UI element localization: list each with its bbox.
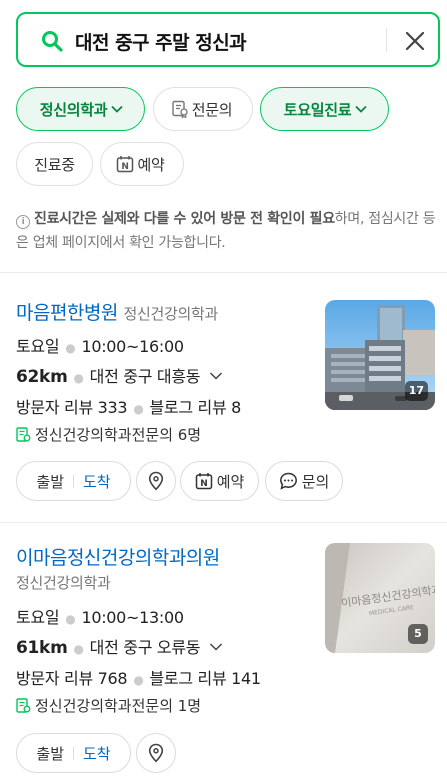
certificate-icon (16, 426, 31, 442)
address: 대전 중구 대흥동 (89, 367, 201, 386)
close-icon[interactable] (402, 28, 428, 54)
reserve-label: 예약 (216, 472, 245, 491)
hours-day: 토요일 (16, 608, 60, 627)
business-hours: 토요일 ● 10:00~16:00 (16, 337, 184, 356)
certificate-icon (16, 697, 31, 713)
specialist-count: 정신건강의학과전문의 1명 (35, 697, 202, 715)
hours-notice: i 진료시간은 실제와 다를 수 있어 방문 전 확인이 필요하며, 점심시간 등… (16, 207, 436, 255)
filter-chip-saturday[interactable]: 토요일진료 (260, 87, 389, 131)
place-category: 정신건강의학과 (123, 305, 218, 323)
hours-time: 10:00~13:00 (81, 608, 184, 627)
review-counts: 방문자 리뷰 768 ● 블로그 리뷰 141 (16, 669, 261, 688)
inquiry-button[interactable]: 문의 (265, 461, 343, 501)
result-title-row: 마음편한병원 정신건강의학과 (16, 298, 218, 325)
specialist-count: 정신건강의학과전문의 6명 (35, 426, 202, 444)
location-row[interactable]: 61km ● 대전 중구 오류동 (16, 634, 223, 658)
search-query[interactable]: 대전 중구 주말 정신과 (75, 28, 247, 55)
business-hours: 토요일 ● 10:00~13:00 (16, 608, 184, 627)
place-photo[interactable]: 이마음정신건강의학과 MEDICAL CARE 5 (325, 543, 435, 653)
distance: 61km (16, 638, 68, 658)
place-name-link[interactable]: 마음편한병원 (16, 302, 118, 324)
reserve-button[interactable]: N 예약 (180, 461, 259, 501)
filter-chip-psychiatry[interactable]: 정신의학과 (16, 87, 145, 131)
hours-time: 10:00~16:00 (81, 337, 184, 356)
chevron-down-icon (355, 105, 367, 113)
address: 대전 중구 오류동 (89, 638, 201, 657)
filter-chip-reservation[interactable]: N 예약 (100, 142, 184, 186)
naver-calendar-icon: N (195, 473, 212, 490)
filter-chip-label: 정신의학과 (39, 100, 108, 119)
blog-review-count[interactable]: 블로그 리뷰 8 (149, 398, 241, 417)
map-pin-icon (148, 471, 164, 491)
map-pin-icon (148, 743, 164, 763)
svg-text:N: N (200, 479, 208, 489)
arrive-button[interactable]: 도착 (83, 471, 111, 492)
inquiry-label: 문의 (301, 472, 330, 491)
chat-bubble-icon (279, 472, 297, 490)
filter-chip-open-now[interactable]: 진료중 (16, 142, 93, 186)
place-photo[interactable]: 17 (325, 300, 435, 410)
filter-chip-label: 예약 (137, 155, 165, 174)
specialist-info: 정신건강의학과전문의 6명 (16, 424, 201, 445)
depart-button[interactable]: 출발 (36, 471, 64, 492)
chevron-down-icon (209, 372, 222, 380)
photo-count-badge: 5 (408, 624, 428, 644)
distance: 62km (16, 367, 68, 387)
info-icon: i (16, 215, 30, 229)
location-row[interactable]: 62km ● 대전 중구 대흥동 (16, 363, 223, 387)
certificate-icon (172, 100, 188, 118)
arrive-button[interactable]: 도착 (83, 743, 111, 764)
blog-review-count[interactable]: 블로그 리뷰 141 (149, 669, 261, 688)
naver-calendar-icon: N (117, 156, 134, 173)
chevron-down-icon (111, 105, 123, 113)
photo-count-badge: 17 (404, 381, 428, 401)
filter-chip-label: 토요일진료 (283, 100, 352, 119)
filter-chip-label: 전문의 (191, 100, 233, 119)
specialist-info: 정신건강의학과전문의 1명 (16, 695, 201, 716)
search-divider (386, 28, 387, 52)
result-card: 이마음정신건강의학과의원 정신건강의학과 토요일 ● 10:00~13:00 61k… (0, 523, 447, 779)
review-counts: 방문자 리뷰 333 ● 블로그 리뷰 8 (16, 398, 242, 417)
depart-button[interactable]: 출발 (36, 743, 64, 764)
result-card: 마음편한병원 정신건강의학과 토요일 ● 10:00~16:00 62km ● 대전 중… (0, 273, 447, 523)
search-icon (42, 31, 63, 52)
svg-text:N: N (122, 162, 129, 172)
visitor-review-count[interactable]: 방문자 리뷰 768 (16, 669, 128, 688)
hours-day: 토요일 (16, 337, 60, 356)
map-pin-button[interactable] (136, 733, 176, 773)
filter-chip-specialist[interactable]: 전문의 (153, 87, 253, 131)
directions-button[interactable]: 출발 도착 (16, 733, 131, 773)
map-pin-button[interactable] (136, 461, 176, 501)
visitor-review-count[interactable]: 방문자 리뷰 333 (16, 398, 128, 417)
filter-chip-label: 진료중 (34, 155, 75, 174)
notice-bold-text: 진료시간은 실제와 다를 수 있어 방문 전 확인이 필요 (34, 211, 335, 227)
search-bar[interactable]: 대전 중구 주말 정신과 (16, 12, 440, 67)
place-category: 정신건강의학과 (16, 574, 111, 592)
place-name-link[interactable]: 이마음정신건강의학과의원 (16, 543, 220, 570)
chevron-down-icon (209, 643, 222, 651)
directions-button[interactable]: 출발 도착 (16, 461, 131, 501)
